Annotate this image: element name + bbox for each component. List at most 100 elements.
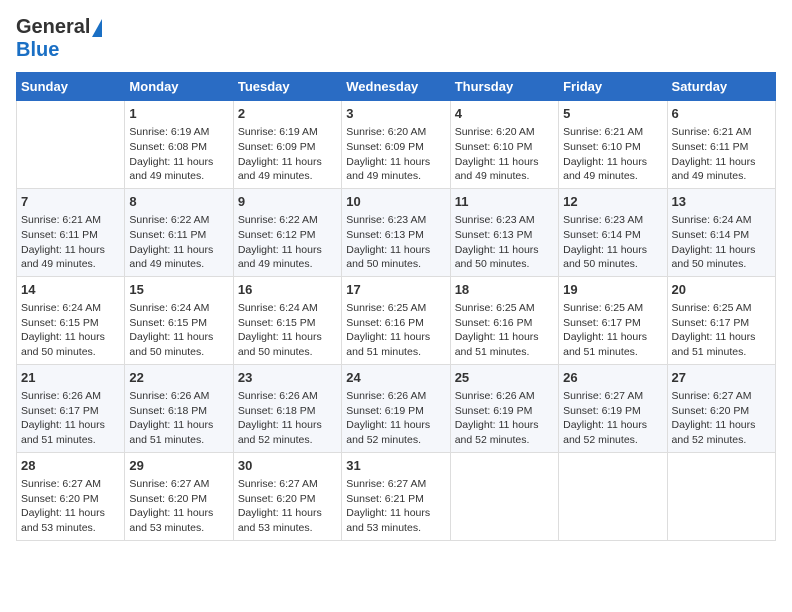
day-number: 2 — [238, 105, 337, 123]
day-number: 24 — [346, 369, 445, 387]
daylight-text: Daylight: 11 hours and 52 minutes. — [563, 419, 647, 446]
sunset-text: Sunset: 6:16 PM — [455, 317, 533, 329]
sunrise-text: Sunrise: 6:26 AM — [238, 390, 318, 402]
calendar-cell — [559, 452, 667, 540]
sunrise-text: Sunrise: 6:26 AM — [455, 390, 535, 402]
sunrise-text: Sunrise: 6:19 AM — [238, 126, 318, 138]
sunset-text: Sunset: 6:11 PM — [672, 141, 749, 153]
calendar-cell — [450, 452, 558, 540]
sunset-text: Sunset: 6:13 PM — [346, 229, 424, 241]
day-number: 7 — [21, 193, 120, 211]
calendar-cell: 2Sunrise: 6:19 AMSunset: 6:09 PMDaylight… — [233, 101, 341, 189]
header-tuesday: Tuesday — [233, 73, 341, 101]
calendar-cell: 9Sunrise: 6:22 AMSunset: 6:12 PMDaylight… — [233, 188, 341, 276]
daylight-text: Daylight: 11 hours and 52 minutes. — [672, 419, 756, 446]
sunrise-text: Sunrise: 6:27 AM — [21, 478, 101, 490]
calendar-cell: 11Sunrise: 6:23 AMSunset: 6:13 PMDayligh… — [450, 188, 558, 276]
day-number: 30 — [238, 457, 337, 475]
sunset-text: Sunset: 6:20 PM — [129, 493, 207, 505]
sunrise-text: Sunrise: 6:19 AM — [129, 126, 209, 138]
calendar-cell: 18Sunrise: 6:25 AMSunset: 6:16 PMDayligh… — [450, 276, 558, 364]
daylight-text: Daylight: 11 hours and 53 minutes. — [129, 507, 213, 534]
calendar-cell: 15Sunrise: 6:24 AMSunset: 6:15 PMDayligh… — [125, 276, 233, 364]
daylight-text: Daylight: 11 hours and 50 minutes. — [672, 244, 756, 271]
sunrise-text: Sunrise: 6:23 AM — [455, 214, 535, 226]
calendar-cell: 16Sunrise: 6:24 AMSunset: 6:15 PMDayligh… — [233, 276, 341, 364]
calendar-cell: 1Sunrise: 6:19 AMSunset: 6:08 PMDaylight… — [125, 101, 233, 189]
daylight-text: Daylight: 11 hours and 50 minutes. — [238, 331, 322, 358]
sunset-text: Sunset: 6:17 PM — [21, 405, 99, 417]
calendar-cell: 3Sunrise: 6:20 AMSunset: 6:09 PMDaylight… — [342, 101, 450, 189]
day-number: 12 — [563, 193, 662, 211]
day-number: 19 — [563, 281, 662, 299]
calendar-week-row: 7Sunrise: 6:21 AMSunset: 6:11 PMDaylight… — [17, 188, 776, 276]
sunrise-text: Sunrise: 6:22 AM — [238, 214, 318, 226]
day-number: 29 — [129, 457, 228, 475]
sunset-text: Sunset: 6:17 PM — [563, 317, 641, 329]
sunset-text: Sunset: 6:15 PM — [129, 317, 207, 329]
calendar-cell: 7Sunrise: 6:21 AMSunset: 6:11 PMDaylight… — [17, 188, 125, 276]
sunset-text: Sunset: 6:19 PM — [455, 405, 533, 417]
day-number: 23 — [238, 369, 337, 387]
sunrise-text: Sunrise: 6:25 AM — [563, 302, 643, 314]
daylight-text: Daylight: 11 hours and 51 minutes. — [563, 331, 647, 358]
calendar-cell: 26Sunrise: 6:27 AMSunset: 6:19 PMDayligh… — [559, 364, 667, 452]
calendar-cell: 31Sunrise: 6:27 AMSunset: 6:21 PMDayligh… — [342, 452, 450, 540]
calendar-week-row: 28Sunrise: 6:27 AMSunset: 6:20 PMDayligh… — [17, 452, 776, 540]
daylight-text: Daylight: 11 hours and 49 minutes. — [238, 156, 322, 183]
day-number: 11 — [455, 193, 554, 211]
calendar-table: SundayMondayTuesdayWednesdayThursdayFrid… — [16, 72, 776, 541]
sunrise-text: Sunrise: 6:25 AM — [455, 302, 535, 314]
calendar-cell: 17Sunrise: 6:25 AMSunset: 6:16 PMDayligh… — [342, 276, 450, 364]
sunset-text: Sunset: 6:09 PM — [346, 141, 424, 153]
sunset-text: Sunset: 6:16 PM — [346, 317, 424, 329]
daylight-text: Daylight: 11 hours and 53 minutes. — [346, 507, 430, 534]
daylight-text: Daylight: 11 hours and 52 minutes. — [238, 419, 322, 446]
sunrise-text: Sunrise: 6:24 AM — [21, 302, 101, 314]
daylight-text: Daylight: 11 hours and 50 minutes. — [563, 244, 647, 271]
sunrise-text: Sunrise: 6:25 AM — [346, 302, 426, 314]
sunrise-text: Sunrise: 6:25 AM — [672, 302, 752, 314]
header-wednesday: Wednesday — [342, 73, 450, 101]
sunset-text: Sunset: 6:11 PM — [21, 229, 98, 241]
day-number: 3 — [346, 105, 445, 123]
sunset-text: Sunset: 6:20 PM — [21, 493, 99, 505]
calendar-cell — [17, 101, 125, 189]
header-friday: Friday — [559, 73, 667, 101]
sunrise-text: Sunrise: 6:27 AM — [672, 390, 752, 402]
sunset-text: Sunset: 6:10 PM — [563, 141, 641, 153]
calendar-cell: 8Sunrise: 6:22 AMSunset: 6:11 PMDaylight… — [125, 188, 233, 276]
calendar-cell: 24Sunrise: 6:26 AMSunset: 6:19 PMDayligh… — [342, 364, 450, 452]
sunset-text: Sunset: 6:14 PM — [563, 229, 641, 241]
calendar-cell: 27Sunrise: 6:27 AMSunset: 6:20 PMDayligh… — [667, 364, 775, 452]
daylight-text: Daylight: 11 hours and 49 minutes. — [563, 156, 647, 183]
daylight-text: Daylight: 11 hours and 49 minutes. — [455, 156, 539, 183]
calendar-cell: 20Sunrise: 6:25 AMSunset: 6:17 PMDayligh… — [667, 276, 775, 364]
day-number: 5 — [563, 105, 662, 123]
logo-blue-text: Blue — [16, 39, 59, 61]
day-number: 20 — [672, 281, 771, 299]
calendar-cell: 19 Sunrise: 6:25 AM Sunset: 6:17 PM Dayligh… — [559, 276, 667, 364]
daylight-text: Daylight: 11 hours and 51 minutes. — [346, 331, 430, 358]
day-number: 26 — [563, 369, 662, 387]
daylight-text: Daylight: 11 hours and 50 minutes. — [455, 244, 539, 271]
day-number: 13 — [672, 193, 771, 211]
sunrise-text: Sunrise: 6:24 AM — [238, 302, 318, 314]
day-number: 15 — [129, 281, 228, 299]
calendar-cell: 23Sunrise: 6:26 AMSunset: 6:18 PMDayligh… — [233, 364, 341, 452]
calendar-cell: 14Sunrise: 6:24 AMSunset: 6:15 PMDayligh… — [17, 276, 125, 364]
sunrise-text: Sunrise: 6:24 AM — [129, 302, 209, 314]
header-thursday: Thursday — [450, 73, 558, 101]
sunrise-text: Sunrise: 6:21 AM — [672, 126, 752, 138]
page-header: General Blue — [16, 16, 776, 62]
calendar-cell — [667, 452, 775, 540]
day-number: 22 — [129, 369, 228, 387]
calendar-week-row: 14 Sunrise: 6:24 AM Sunset: 6:15 PM Dayligh… — [17, 276, 776, 364]
day-number: 14 — [21, 281, 120, 299]
sunset-text: Sunset: 6:15 PM — [21, 317, 99, 329]
calendar-cell: 28Sunrise: 6:27 AMSunset: 6:20 PMDayligh… — [17, 452, 125, 540]
sunrise-text: Sunrise: 6:24 AM — [672, 214, 752, 226]
sunrise-text: Sunrise: 6:27 AM — [129, 478, 209, 490]
daylight-text: Daylight: 11 hours and 49 minutes. — [129, 156, 213, 183]
day-number: 27 — [672, 369, 771, 387]
